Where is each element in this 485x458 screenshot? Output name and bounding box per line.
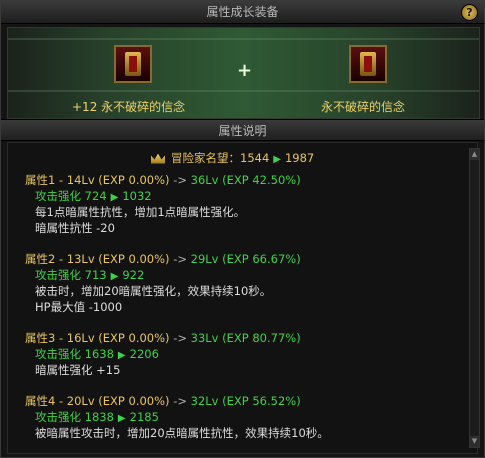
fame-target: 1987 xyxy=(284,151,315,165)
attr-level: 属性3 - 16Lv (EXP 0.00%) xyxy=(25,331,170,345)
equipment-icon-detail xyxy=(129,56,137,72)
section-title: 属性说明 xyxy=(218,124,267,138)
stat-label: 攻击强化 1838 xyxy=(35,410,114,424)
attr-arrow: -> xyxy=(173,173,187,187)
attr-target: 36Lv (EXP 42.50%) xyxy=(190,173,301,187)
stat-target: 2185 xyxy=(129,410,159,424)
equip-slot-left[interactable] xyxy=(114,45,152,83)
attr-desc: HP最大值 -1000 xyxy=(35,300,123,314)
scroll-down-arrow-icon[interactable]: ▼ xyxy=(470,436,479,447)
arrow-right-icon: ▶ xyxy=(110,192,119,203)
arrow-right-icon: ▶ xyxy=(273,154,281,165)
attr-level: 属性1 - 14Lv (EXP 0.00%) xyxy=(25,173,170,187)
attr-stat: 攻击强化 1638 ▶ 2206 xyxy=(35,346,159,362)
stat-target: 922 xyxy=(122,268,145,282)
attr-stat: 攻击强化 713 ▶ 922 xyxy=(35,267,144,283)
equip-left-caption: +12 永不破碎的信念 xyxy=(72,100,186,114)
attr-stat: 攻击强化 1838 ▶ 2185 xyxy=(35,409,159,425)
attr-arrow: -> xyxy=(173,252,187,266)
attr-target: 29Lv (EXP 66.67%) xyxy=(190,252,301,266)
attr-level: 属性2 - 13Lv (EXP 0.00%) xyxy=(25,252,170,266)
arrow-right-icon: ▶ xyxy=(117,350,126,361)
fame-label: 冒险家名望：1544 xyxy=(171,151,270,165)
section-header: 属性说明 xyxy=(1,119,484,141)
equipment-banner: +12 永不破碎的信念 + 永不破碎的信念 xyxy=(7,27,480,119)
plus-icon: + xyxy=(237,60,253,81)
banner-ornament xyxy=(8,90,479,92)
attr-header: 属性4 - 20Lv (EXP 0.00%) -> 32Lv (EXP 56.5… xyxy=(25,393,301,409)
stat-label: 攻击强化 713 xyxy=(35,268,107,282)
stat-target: 2206 xyxy=(129,347,159,361)
attr-arrow: -> xyxy=(173,394,187,408)
help-icon[interactable]: ? xyxy=(461,4,478,21)
attr-target: 33Lv (EXP 80.77%) xyxy=(190,331,301,345)
window-title: 属性成长装备 xyxy=(206,5,279,19)
attr-header: 属性3 - 16Lv (EXP 0.00%) -> 33Lv (EXP 80.7… xyxy=(25,330,301,346)
arrow-right-icon: ▶ xyxy=(110,271,119,282)
equip-slot-right[interactable] xyxy=(349,45,387,83)
stat-label: 攻击强化 1638 xyxy=(35,347,114,361)
equipment-icon-detail xyxy=(364,56,372,72)
attr-desc: 每1点暗属性抗性，增加1点暗属性强化。 xyxy=(35,205,246,219)
attr-desc: 暗属性抗性 -20 xyxy=(35,221,115,235)
attr-arrow: -> xyxy=(173,331,187,345)
banner-ornament xyxy=(8,38,479,40)
attr-level: 属性4 - 20Lv (EXP 0.00%) xyxy=(25,394,170,408)
title-bar[interactable]: 属性成长装备 xyxy=(1,1,484,24)
crown-icon xyxy=(151,153,165,164)
scroll-up-arrow-icon[interactable]: ▲ xyxy=(470,149,479,160)
fame-row: 冒险家名望：1544 ▶ 1987 xyxy=(151,150,314,166)
attr-stat: 攻击强化 724 ▶ 1032 xyxy=(35,188,152,204)
attr-desc: 被击时，增加20暗属性强化，效果持续10秒。 xyxy=(35,284,272,298)
attr-header: 属性1 - 14Lv (EXP 0.00%) -> 36Lv (EXP 42.5… xyxy=(25,172,301,188)
stat-target: 1032 xyxy=(122,189,152,203)
attr-header: 属性2 - 13Lv (EXP 0.00%) -> 29Lv (EXP 66.6… xyxy=(25,251,301,267)
equip-right-caption: 永不破碎的信念 xyxy=(321,100,406,114)
attribute-growth-window: 属性成长装备 ? +12 永不破碎的信念 + 永不破碎的信念 属性说明 ▲ ▼ … xyxy=(0,0,485,458)
scrollbar[interactable]: ▲ ▼ xyxy=(469,148,480,448)
stat-label: 攻击强化 724 xyxy=(35,189,107,203)
attr-desc: 被暗属性攻击时，增加20点暗属性抗性，效果持续10秒。 xyxy=(35,426,329,440)
attr-target: 32Lv (EXP 56.52%) xyxy=(190,394,301,408)
attr-desc: 暗属性强化 +15 xyxy=(35,363,121,377)
arrow-right-icon: ▶ xyxy=(117,413,126,424)
